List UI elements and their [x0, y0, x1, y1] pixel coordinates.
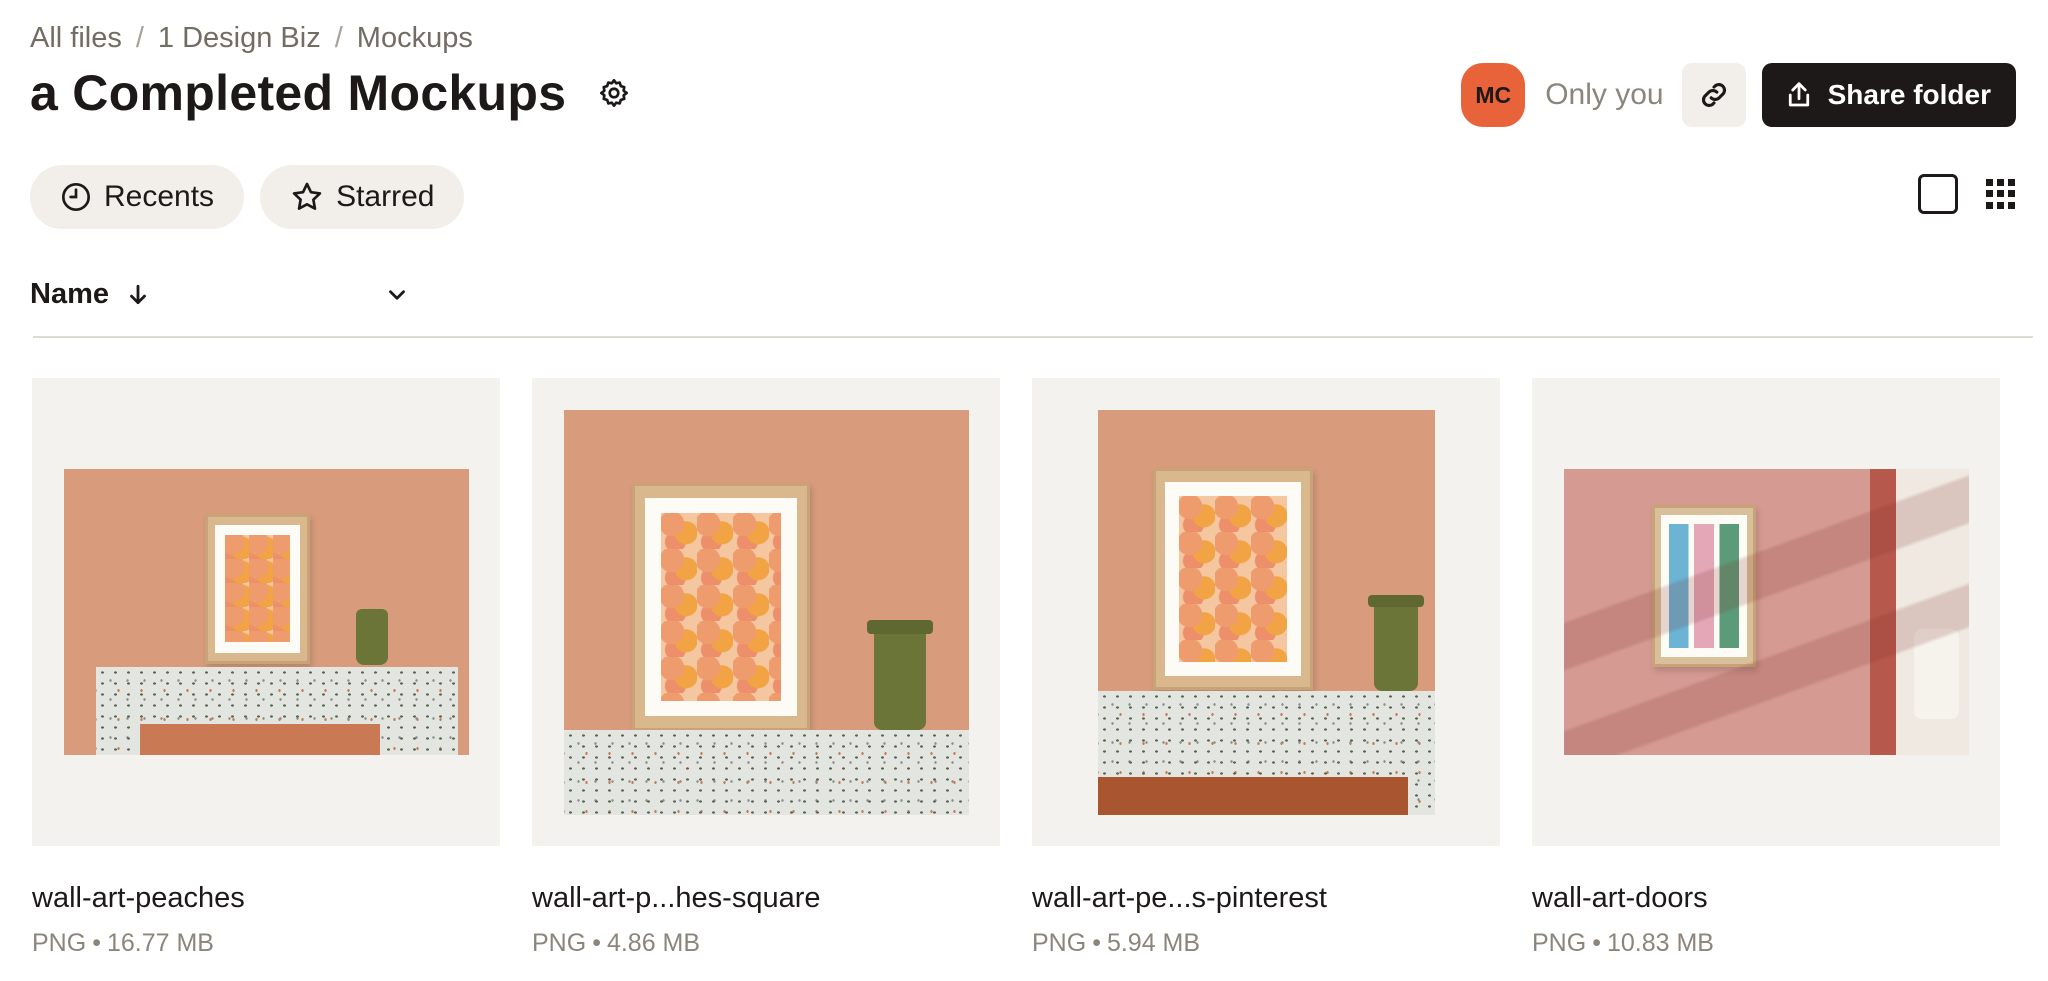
- divider: [33, 336, 2033, 338]
- file-thumbnail[interactable]: [32, 378, 500, 846]
- thumbnail-image: [1564, 469, 1969, 755]
- file-thumbnail[interactable]: [1032, 378, 1500, 846]
- file-type: PNG: [532, 929, 587, 957]
- upload-share-icon: [1788, 82, 1809, 107]
- breadcrumb-separator: /: [135, 22, 144, 54]
- clock-icon: [62, 183, 90, 211]
- file-name[interactable]: wall-art-doors: [1532, 882, 2000, 915]
- thumbnail-image: [1098, 410, 1435, 815]
- file-size: 4.86 MB: [606, 929, 701, 957]
- select-all-checkbox[interactable]: [1918, 174, 1958, 214]
- grid-view-icon[interactable]: [1986, 179, 2016, 209]
- file-grid: wall-art-peaches PNG • 16.77 MB wall-art-p…: [32, 378, 2032, 958]
- thumbnail-image: [564, 410, 969, 815]
- file-size: 10.83 MB: [1606, 929, 1714, 957]
- chevron-down-icon[interactable]: [384, 282, 410, 308]
- file-type: PNG: [1532, 929, 1587, 957]
- thumbnail-image: [64, 469, 469, 755]
- file-meta: PNG • 10.83 MB: [1532, 929, 1714, 957]
- starred-label: Starred: [336, 180, 435, 213]
- file-card[interactable]: wall-art-doors PNG • 10.83 MB: [1532, 378, 2000, 958]
- file-meta: PNG • 16.77 MB: [32, 929, 214, 957]
- sort-label: Name: [30, 278, 109, 310]
- file-card[interactable]: wall-art-peaches PNG • 16.77 MB: [32, 378, 500, 958]
- file-thumbnail[interactable]: [1532, 378, 2000, 846]
- sort-header[interactable]: Name: [30, 278, 410, 311]
- link-icon: [1701, 82, 1726, 108]
- breadcrumb-separator: /: [334, 22, 343, 54]
- file-name[interactable]: wall-art-pe...s-pinterest: [1032, 882, 1500, 915]
- header-actions: MC Only you Share folder: [1461, 63, 2016, 127]
- breadcrumb: All files / 1 Design Biz / Mockups: [30, 22, 473, 55]
- filter-chips: Recents Starred: [30, 165, 480, 229]
- arrow-down-icon[interactable]: [125, 282, 151, 308]
- title-row: a Completed Mockups: [30, 64, 632, 122]
- starred-chip[interactable]: Starred: [260, 165, 465, 229]
- file-thumbnail[interactable]: [532, 378, 1000, 846]
- recents-label: Recents: [104, 180, 215, 213]
- share-folder-label: Share folder: [1827, 79, 1991, 110]
- file-card[interactable]: wall-art-pe...s-pinterest PNG • 5.94 MB: [1032, 378, 1500, 958]
- page-title: a Completed Mockups: [30, 65, 567, 121]
- sharing-status: Only you: [1545, 78, 1664, 111]
- breadcrumb-all-files[interactable]: All files: [30, 22, 122, 55]
- share-folder-button[interactable]: Share folder: [1761, 63, 2016, 127]
- file-size: 16.77 MB: [106, 929, 214, 957]
- file-name[interactable]: wall-art-peaches: [32, 882, 500, 915]
- breadcrumb-design-biz[interactable]: 1 Design Biz: [158, 22, 321, 55]
- file-type: PNG: [1032, 929, 1087, 957]
- file-card[interactable]: wall-art-p...hes-square PNG • 4.86 MB: [532, 378, 1000, 958]
- avatar[interactable]: MC: [1461, 63, 1526, 127]
- copy-link-button[interactable]: [1681, 63, 1746, 127]
- file-size: 5.94 MB: [1106, 929, 1201, 957]
- breadcrumb-mockups[interactable]: Mockups: [357, 22, 473, 55]
- recents-chip[interactable]: Recents: [30, 165, 245, 229]
- file-meta: PNG • 5.94 MB: [1032, 929, 1201, 957]
- file-name[interactable]: wall-art-p...hes-square: [532, 882, 1000, 915]
- view-toggle: [1918, 174, 2016, 214]
- sort-name[interactable]: Name: [30, 278, 151, 311]
- file-meta: PNG • 4.86 MB: [532, 929, 701, 957]
- file-type: PNG: [32, 929, 87, 957]
- star-icon: [292, 182, 322, 210]
- folder-settings-gear-icon[interactable]: [596, 75, 632, 111]
